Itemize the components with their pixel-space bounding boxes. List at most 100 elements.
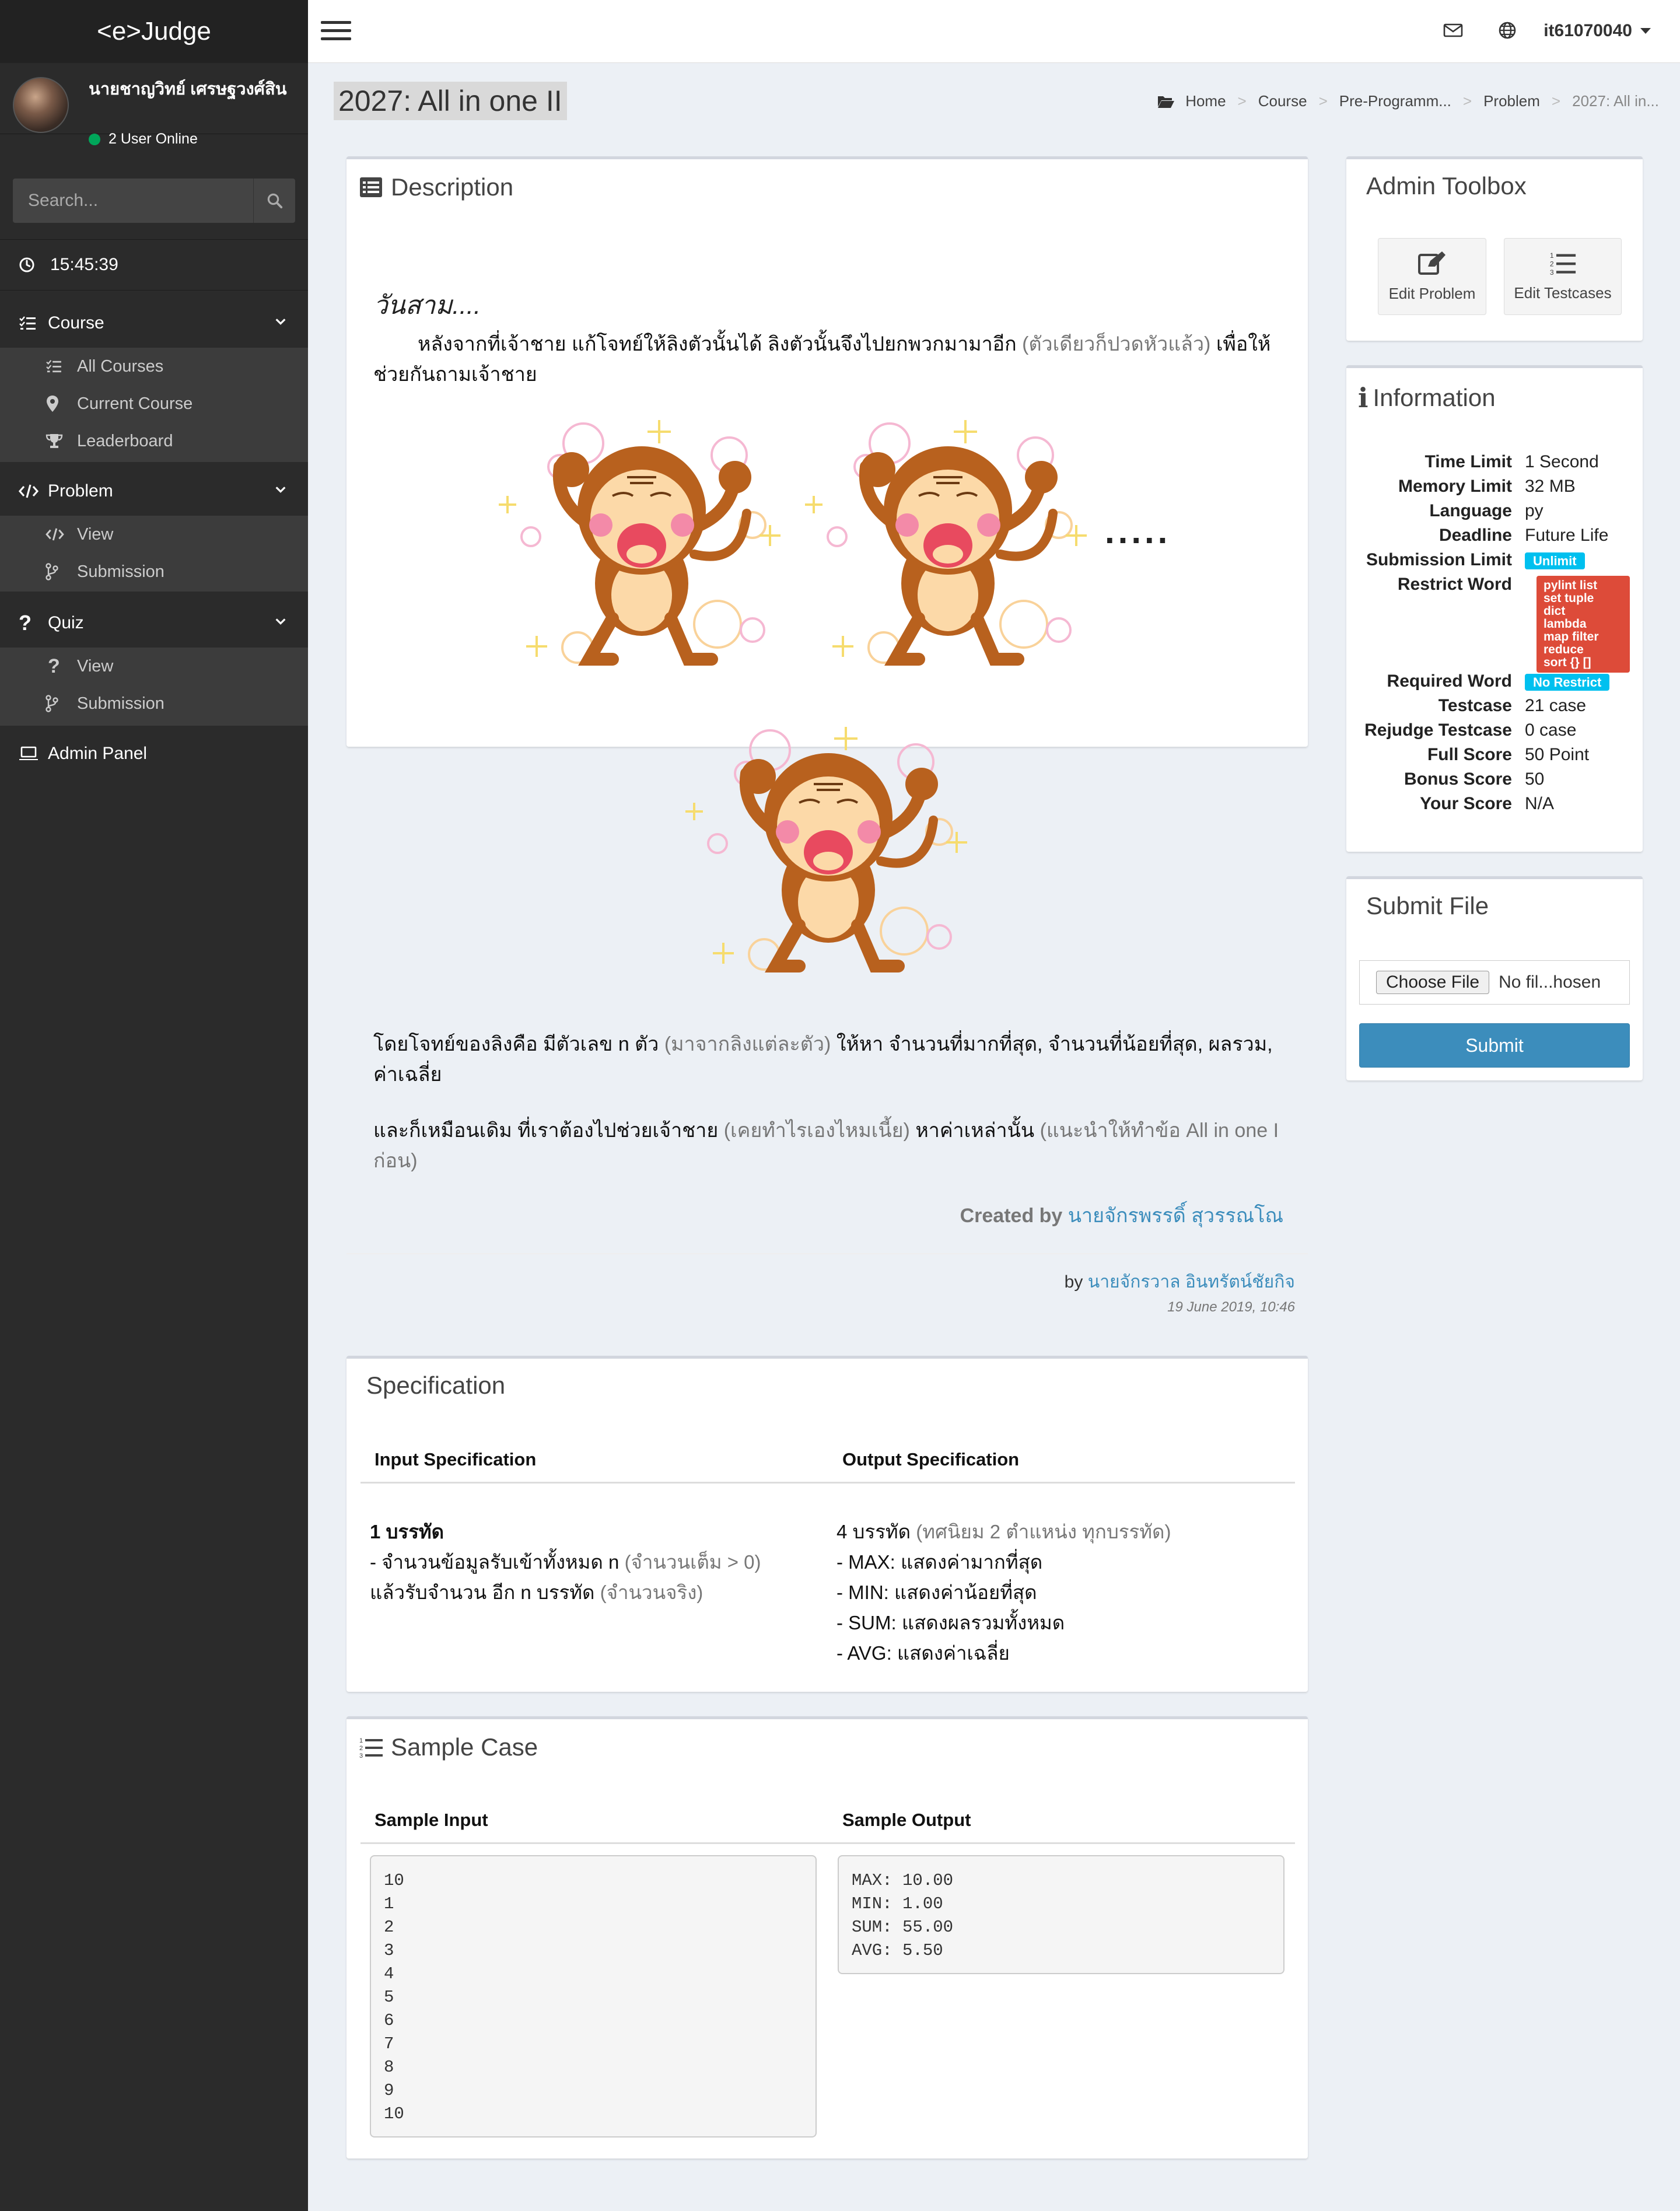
menu-course-label: Course <box>48 313 104 333</box>
para1-end: เพื่อให้ <box>1216 333 1271 355</box>
menu-quiz[interactable]: ? Quiz <box>0 599 308 648</box>
memory-limit-label: Memory Limit <box>1398 477 1512 496</box>
code-icon <box>46 527 77 541</box>
choose-file-button[interactable]: Choose File <box>1376 971 1490 994</box>
menu-problem-view[interactable]: View <box>0 516 308 553</box>
submenu-problem: View Submission <box>0 516 308 592</box>
top-navbar: it61070040 <box>308 0 1680 63</box>
menu-leaderboard[interactable]: Leaderboard <box>0 422 308 460</box>
output-spec-line-1-note: (ทศนิยม 2 ตำแหน่ง ทุกบรรทัด) <box>916 1521 1171 1542</box>
submission-limit-label: Submission Limit <box>1366 550 1512 569</box>
sidebar-toggle-icon[interactable] <box>321 21 351 46</box>
search-button[interactable] <box>253 179 295 223</box>
code-icon <box>19 484 48 499</box>
user-panel: นายชาญวิทย์ เศรษฐวงศ์สิน <box>0 63 308 134</box>
submission-limit-badge: Unlimit <box>1525 552 1585 569</box>
breadcrumb-course[interactable]: Course <box>1258 92 1307 110</box>
created-by-link[interactable]: นายจักรพรรดิ์ สุวรรณโณ <box>1068 1205 1283 1227</box>
chevron-down-icon <box>275 319 286 325</box>
tasks-icon <box>19 316 48 331</box>
sample-output-code[interactable]: MAX: 10.00 MIN: 1.00 SUM: 55.00 AVG: 5.5… <box>838 1855 1284 1974</box>
edit-icon <box>1418 250 1447 280</box>
menu-problem-view-label: View <box>77 524 114 544</box>
required-word-label: Required Word <box>1387 671 1512 691</box>
para1-cont: ช่วยกันถามเจ้าชาย <box>373 363 537 386</box>
code-branch-icon <box>46 695 77 712</box>
monkey-illustration-1 <box>499 420 780 666</box>
menu-problem-label: Problem <box>48 481 113 501</box>
time-limit-label: Time Limit <box>1424 452 1512 471</box>
language-label: Language <box>1429 501 1512 520</box>
spec-divider <box>360 1482 1295 1484</box>
sample-input-code[interactable]: 10 1 2 3 4 5 6 7 8 9 10 <box>370 1855 817 2137</box>
by-label: by <box>1064 1272 1083 1292</box>
restrict-word-2: set tuple <box>1544 592 1594 605</box>
description-paragraph-3: และก็เหมือนเดิม ที่เราต้องไปช่วยเจ้าชาย … <box>373 1115 1283 1176</box>
menu-quiz-submission[interactable]: Submission <box>0 685 308 722</box>
map-marker-icon <box>46 395 77 412</box>
para3-hint: (แนะนำให้ทำข้อ All in one I <box>1040 1120 1279 1142</box>
breadcrumb-home[interactable]: Home <box>1185 92 1226 110</box>
sidebar: <e>Judge นายชาญวิทย์ เศรษฐวงศ์สิน 2 User… <box>0 0 308 2211</box>
bonus-score-value: 50 <box>1525 769 1545 789</box>
specification-title: Specification <box>366 1372 506 1399</box>
search-icon <box>267 193 282 209</box>
chevron-down-icon <box>275 618 286 625</box>
edit-problem-button[interactable]: Edit Problem <box>1378 238 1486 315</box>
menu-current-course-label: Current Course <box>77 394 193 413</box>
output-spec-line-1: 4 บรรทัด <box>836 1521 911 1542</box>
input-spec-line-1: 1 บรรทัด <box>370 1521 444 1542</box>
description-heading: วันสาม.... <box>373 291 481 320</box>
output-spec-line-5: - AVG: แสดงค่าเฉลี่ย <box>836 1642 1010 1664</box>
input-spec-header: Input Specification <box>374 1449 537 1470</box>
sample-case-title: 123 Sample Case <box>359 1733 538 1761</box>
restrict-word-3: dict <box>1544 604 1566 618</box>
username: it61070040 <box>1544 21 1632 40</box>
online-dot-icon <box>89 133 100 145</box>
breadcrumb-pre-programming[interactable]: Pre-Programm... <box>1339 92 1451 110</box>
file-input[interactable]: Choose File No fil...hosen <box>1359 960 1630 1005</box>
menu-problem[interactable]: Problem <box>0 467 308 516</box>
restrict-word-badge: pylint list set tuple dict lambda map fi… <box>1536 576 1630 673</box>
menu-all-courses[interactable]: All Courses <box>0 348 308 385</box>
required-word-badge: No Restrict <box>1525 674 1610 691</box>
search-input[interactable] <box>13 179 253 223</box>
para2-note: (มาจากลิงแต่ละตัว) <box>664 1033 831 1055</box>
sample-divider <box>360 1842 1295 1844</box>
ellipsis-dots: ..... <box>1105 512 1171 551</box>
para1-note: (ตัวเดียวก็ปวดหัวแล้ว) <box>1022 333 1211 355</box>
submit-file-title: Submit File <box>1366 892 1489 919</box>
menu-admin-panel[interactable]: Admin Panel <box>0 729 308 778</box>
divider <box>346 1253 1308 1254</box>
information-title-text: Information <box>1373 384 1496 411</box>
svg-text:1: 1 <box>1550 251 1554 260</box>
menu-quiz-view[interactable]: ? View <box>0 648 308 685</box>
information-box: i Information Time Limit 1 Second Memory … <box>1346 365 1643 852</box>
question-icon: ? <box>19 611 32 635</box>
brand-logo[interactable]: <e>Judge <box>0 0 308 63</box>
menu-quiz-submission-label: Submission <box>77 694 164 713</box>
input-spec-line-2-note: (จำนวนเต็ม > 0) <box>624 1551 761 1573</box>
created-by-label: Created by <box>960 1205 1063 1227</box>
para3-note: (เคยทำไรเองไหมเนี้ย) <box>723 1120 910 1142</box>
menu-current-course[interactable]: Current Course <box>0 385 308 422</box>
envelope-icon[interactable] <box>1443 22 1463 41</box>
created-by: Created by นายจักรพรรดิ์ สุวรรณโณ <box>960 1199 1283 1231</box>
user-menu[interactable]: it61070040 <box>1544 21 1651 41</box>
input-spec-line-3-note: (จำนวนจริง) <box>600 1582 704 1603</box>
para3-mid: หาค่าเหล่านั้น <box>915 1120 1035 1142</box>
author-link[interactable]: นายจักรวาล อินทรัตน์ชัยกิจ <box>1088 1272 1295 1292</box>
full-score-label: Full Score <box>1427 745 1512 764</box>
tasks-icon <box>46 359 77 373</box>
menu-course[interactable]: Course <box>0 299 308 348</box>
list-alt-icon <box>359 177 383 198</box>
submit-button[interactable]: Submit <box>1359 1023 1630 1068</box>
edit-testcases-button[interactable]: 123 Edit Testcases <box>1504 238 1622 315</box>
globe-icon[interactable] <box>1498 21 1517 43</box>
svg-text:3: 3 <box>1550 268 1554 275</box>
information-title: i Information <box>1358 382 1496 414</box>
breadcrumb-problem[interactable]: Problem <box>1483 92 1540 110</box>
submenu-course: All Courses Current Course Leaderboard <box>0 348 308 462</box>
info-icon: i <box>1358 382 1368 414</box>
menu-problem-submission[interactable]: Submission <box>0 553 308 590</box>
